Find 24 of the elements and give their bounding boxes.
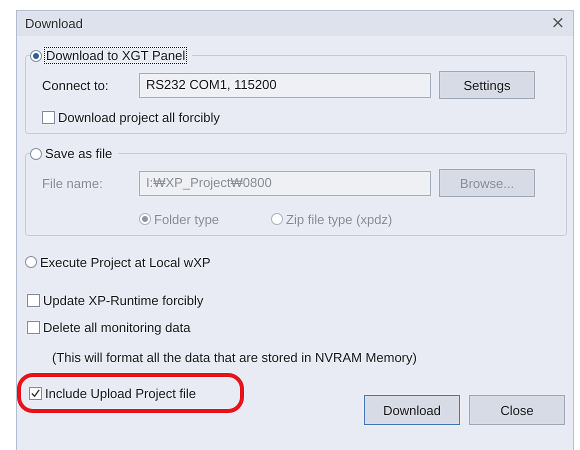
- field-label: File name:: [42, 176, 104, 190]
- radio-button[interactable]: [30, 50, 42, 62]
- close-button[interactable]: ×: [548, 15, 567, 32]
- radio-button[interactable]: [25, 256, 37, 268]
- field-label: Connect to:: [42, 78, 110, 92]
- radio-label: Download to XGT Panel: [45, 48, 186, 63]
- input-field[interactable]: RS232 COM1, 115200: [139, 72, 431, 98]
- checkbox[interactable]: [29, 386, 42, 400]
- radio-label: Folder type: [154, 212, 220, 226]
- checkbox-label: Update XP-Runtime forcibly: [43, 292, 204, 308]
- checkbox[interactable]: [27, 294, 40, 306]
- checkbox[interactable]: [42, 110, 55, 124]
- checkbox[interactable]: [27, 320, 40, 334]
- dialog-button[interactable]: Download: [364, 395, 460, 425]
- radio-label: Execute Project at Local wXP: [40, 254, 211, 270]
- radio-label: Save as file: [45, 146, 112, 161]
- radio-label: Zip file type (xpdz): [286, 212, 392, 226]
- checkbox-label: Include Upload Project file: [45, 386, 196, 400]
- dialog-button[interactable]: Settings: [439, 71, 535, 99]
- window-title: Download: [25, 16, 83, 31]
- note-text: (This will format all the data that are stored in NVRAM Memory): [51, 350, 418, 367]
- checkbox-label: Download project all forcibly: [58, 110, 220, 124]
- dialog-button[interactable]: Close: [469, 395, 565, 425]
- checkbox-label: Delete all monitoring data: [43, 320, 190, 334]
